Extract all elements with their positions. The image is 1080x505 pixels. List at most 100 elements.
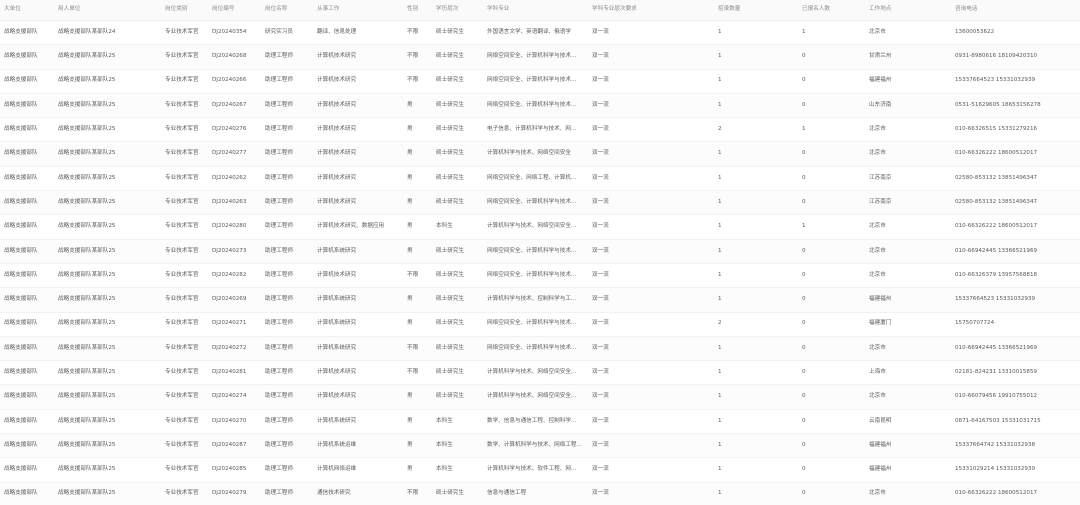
- cell-work: 计算机技术研究: [313, 69, 403, 94]
- cell-work: 计算机技术研究: [313, 263, 403, 289]
- cell-applicants: 0: [798, 312, 865, 337]
- col-header-post-category[interactable]: 岗位类别: [161, 0, 208, 21]
- cell-unit: 战略支援部队: [0, 312, 54, 337]
- table-row[interactable]: 战略支援部队 战略支援部队某部队25 专业技术军官 DJ20240280 助理工程师 计算…: [0, 214, 1080, 240]
- cell-education: 硕士研究生: [432, 336, 483, 362]
- cell-post-name: 助理工程师: [261, 69, 313, 94]
- cell-quota: 1: [714, 166, 798, 192]
- cell-unit: 战略支援部队: [0, 263, 54, 289]
- cell-work: 计算机技术研究: [313, 190, 403, 216]
- cell-phone: 15337664742 15331032938: [951, 433, 1080, 459]
- cell-phone: 15331029214 15331032939: [951, 457, 1080, 483]
- cell-post-name: 助理工程师: [261, 336, 313, 362]
- table-row[interactable]: 战略支援部队 战略支援部队某部队25 专业技术军官 DJ20240279 助理工程师 通信…: [0, 482, 1080, 505]
- cell-gender: 不限: [403, 360, 432, 386]
- cell-work: 计算机技术研究、数据应用: [313, 214, 403, 240]
- table-row[interactable]: 战略支援部队 战略支援部队某部队25 专业技术军官 DJ20240270 助理工程师 计算…: [0, 409, 1080, 435]
- cell-phone: 0871-64167503 15331031715: [951, 409, 1080, 435]
- cell-work: 计算机技术研究: [313, 166, 403, 192]
- cell-major: 网络空间安全、计算机科学与技术...: [483, 239, 588, 264]
- col-header-employer[interactable]: 用人单位: [54, 0, 161, 21]
- cell-post-name: 助理工程师: [261, 93, 313, 119]
- cell-gender: 男: [403, 190, 432, 216]
- table-row[interactable]: 战略支援部队 战略支援部队某部队25 专业技术军官 DJ20240277 助理工程师 计算…: [0, 141, 1080, 167]
- table-row[interactable]: 战略支援部队 战略支援部队某部队25 专业技术军官 DJ20240285 助理工程师 计算…: [0, 457, 1080, 483]
- cell-phone: 010-66079456 19910755012: [951, 384, 1080, 410]
- cell-post-category: 专业技术军官: [161, 239, 208, 264]
- table-row[interactable]: 战略支援部队 战略支援部队某部队25 专业技术军官 DJ20240281 助理工程师 计算…: [0, 360, 1080, 386]
- cell-post-id: DJ20240268: [208, 44, 261, 70]
- table-row[interactable]: 战略支援部队 战略支援部队某部队25 专业技术军官 DJ20240282 助理工程师 计算…: [0, 263, 1080, 289]
- cell-post-id: DJ20240267: [208, 93, 261, 119]
- cell-applicants: 0: [798, 69, 865, 94]
- col-header-applicants[interactable]: 已报名人数: [798, 0, 865, 21]
- table-row[interactable]: 战略支援部队 战略支援部队某部队25 专业技术军官 DJ20240272 助理工程师 计算…: [0, 336, 1080, 362]
- positions-table: 大单位 用人单位 岗位类别 岗位编号 岗位名称 从事工作 性别 学历层次 学科专…: [0, 0, 1080, 505]
- cell-phone: 0531-51629605 18653156278: [951, 93, 1080, 119]
- cell-quota: 1: [714, 93, 798, 119]
- col-header-gender[interactable]: 性别: [403, 0, 432, 21]
- cell-quota: 1: [714, 433, 798, 459]
- cell-education: 硕士研究生: [432, 239, 483, 264]
- cell-major: 网络空间安全、计算机科学与技术...: [483, 263, 588, 289]
- table-row[interactable]: 战略支援部队 战略支援部队某部队25 专业技术军官 DJ20240276 助理工程师 计算…: [0, 117, 1080, 143]
- col-header-location[interactable]: 工作地点: [865, 0, 951, 21]
- cell-employer: 战略支援部队某部队25: [54, 44, 161, 70]
- cell-unit: 战略支援部队: [0, 93, 54, 119]
- cell-work: 计算机技术研究: [313, 44, 403, 70]
- col-header-education[interactable]: 学历层次: [432, 0, 483, 21]
- table-row[interactable]: 战略支援部队 战略支援部队某部队25 专业技术军官 DJ20240273 助理工程师 计算…: [0, 239, 1080, 264]
- cell-post-name: 助理工程师: [261, 360, 313, 386]
- cell-major: 计算机科学与技术、网络空间安全...: [483, 384, 588, 410]
- cell-major-level: 双一流: [588, 166, 714, 192]
- cell-education: 硕士研究生: [432, 166, 483, 192]
- table-row[interactable]: 战略支援部队 战略支援部队某部队24 专业技术军官 DJ20240354 研究实习员 翻译…: [0, 20, 1080, 46]
- cell-employer: 战略支援部队某部队25: [54, 141, 161, 167]
- cell-quota: 1: [714, 384, 798, 410]
- table-row[interactable]: 战略支援部队 战略支援部队某部队25 专业技术军官 DJ20240287 助理工程师 计算…: [0, 433, 1080, 459]
- table-row[interactable]: 战略支援部队 战略支援部队某部队25 专业技术军官 DJ20240268 助理工程师 计算…: [0, 44, 1080, 70]
- cell-work: 计算机系统研究: [313, 287, 403, 313]
- cell-unit: 战略支援部队: [0, 409, 54, 435]
- col-header-post-name[interactable]: 岗位名称: [261, 0, 313, 21]
- cell-location: 北京市: [865, 239, 951, 264]
- cell-major-level: 双一流: [588, 312, 714, 337]
- col-header-unit[interactable]: 大单位: [0, 0, 54, 21]
- table-row[interactable]: 战略支援部队 战略支援部队某部队25 专业技术军官 DJ20240271 助理工程师 计算…: [0, 312, 1080, 337]
- cell-education: 硕士研究生: [432, 312, 483, 337]
- table-row[interactable]: 战略支援部队 战略支援部队某部队25 专业技术军官 DJ20240263 助理工程师 计算…: [0, 190, 1080, 216]
- cell-post-category: 专业技术军官: [161, 409, 208, 435]
- cell-phone: 010-66942445 13366521969: [951, 239, 1080, 264]
- cell-quota: 1: [714, 360, 798, 386]
- cell-work: 翻译、信息处理: [313, 20, 403, 46]
- cell-unit: 战略支援部队: [0, 69, 54, 94]
- cell-quota: 1: [714, 409, 798, 435]
- cell-unit: 战略支援部队: [0, 384, 54, 410]
- cell-post-category: 专业技术军官: [161, 190, 208, 216]
- col-header-work[interactable]: 从事工作: [313, 0, 403, 21]
- cell-quota: 1: [714, 457, 798, 483]
- table-row[interactable]: 战略支援部队 战略支援部队某部队25 专业技术军官 DJ20240274 助理工程师 计算…: [0, 384, 1080, 410]
- cell-major-level: 双一流: [588, 433, 714, 459]
- cell-quota: 1: [714, 214, 798, 240]
- table-row[interactable]: 战略支援部队 战略支援部队某部队25 专业技术军官 DJ20240269 助理工程师 计算…: [0, 287, 1080, 313]
- col-header-phone[interactable]: 咨询电话: [951, 0, 1080, 21]
- table-row[interactable]: 战略支援部队 战略支援部队某部队25 专业技术军官 DJ20240267 助理工程师 计算…: [0, 93, 1080, 119]
- cell-post-category: 专业技术军官: [161, 384, 208, 410]
- col-header-post-id[interactable]: 岗位编号: [208, 0, 261, 21]
- cell-major: 数学、信息与通信工程、控制科学...: [483, 409, 588, 435]
- table-row[interactable]: 战略支援部队 战略支援部队某部队25 专业技术军官 DJ20240266 助理工程师 计算…: [0, 69, 1080, 94]
- cell-location: 山东济南: [865, 93, 951, 119]
- cell-phone: 02181-824231 13310015859: [951, 360, 1080, 386]
- cell-post-id: DJ20240272: [208, 336, 261, 362]
- col-header-major-level[interactable]: 学科专业层次要求: [588, 0, 714, 21]
- col-header-quota[interactable]: 招录数量: [714, 0, 798, 21]
- col-header-major[interactable]: 学科专业: [483, 0, 588, 21]
- table-row[interactable]: 战略支援部队 战略支援部队某部队25 专业技术军官 DJ20240262 助理工程师 计算…: [0, 166, 1080, 192]
- cell-post-category: 专业技术军官: [161, 287, 208, 313]
- cell-post-id: DJ20240274: [208, 384, 261, 410]
- cell-quota: 2: [714, 312, 798, 337]
- cell-education: 硕士研究生: [432, 44, 483, 70]
- cell-applicants: 1: [798, 20, 865, 46]
- cell-location: 福建厦门: [865, 312, 951, 337]
